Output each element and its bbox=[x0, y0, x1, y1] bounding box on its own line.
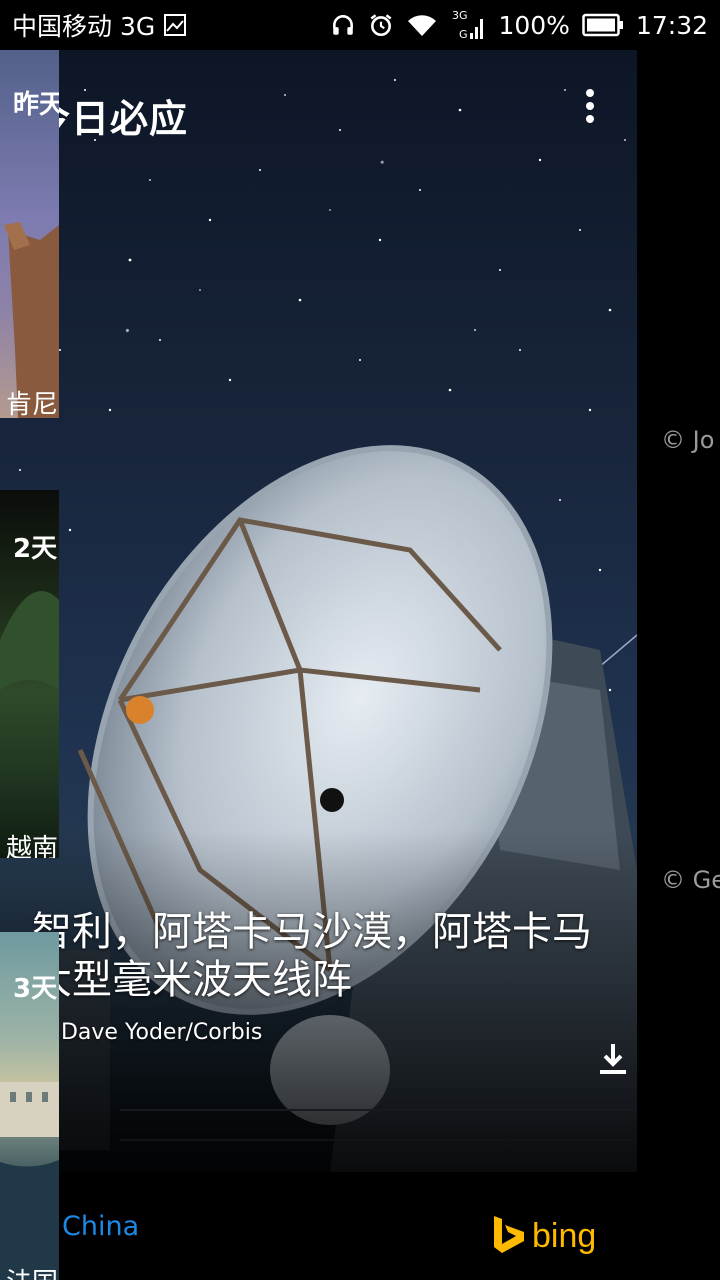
more-vert-icon[interactable] bbox=[575, 86, 605, 126]
headphones-icon bbox=[330, 12, 356, 38]
image-copyright: © Dave Yoder/Corbis bbox=[32, 1020, 263, 1045]
side-card-credit: © Jo bbox=[661, 426, 715, 454]
status-bar: 中国移动 3G 3G G 100% 17:32 bbox=[0, 0, 720, 50]
download-icon[interactable] bbox=[596, 1040, 630, 1076]
side-card-2-days[interactable]: 2天 越南 bbox=[0, 490, 59, 858]
battery-percent: 100% bbox=[498, 10, 570, 40]
region-label: China bbox=[62, 1211, 140, 1242]
bing-wordmark: bing bbox=[532, 1216, 597, 1255]
side-card-caption: 越南 bbox=[6, 834, 59, 858]
side-card-credit: © Ge bbox=[661, 866, 720, 894]
network-type-label: 3G bbox=[452, 9, 468, 22]
side-card-date-label: 昨天 bbox=[13, 90, 59, 120]
bing-logo: bing bbox=[492, 1214, 596, 1258]
image-caption: 智利，阿塔卡马沙漠，阿塔卡马大型毫米波天线阵 bbox=[32, 909, 592, 1003]
alarm-icon bbox=[368, 12, 394, 38]
side-card-yesterday[interactable]: 昨天 肯尼 bbox=[0, 50, 59, 418]
wifi-icon bbox=[406, 12, 438, 38]
bottom-bar: China bing bbox=[0, 1172, 660, 1280]
side-card-date-label: 3天 bbox=[13, 974, 58, 1004]
clock: 17:32 bbox=[635, 10, 708, 40]
hero-card[interactable]: 今日必应 智利，阿塔卡马沙漠，阿塔卡马大型毫米波天线阵 © Dave Yoder… bbox=[0, 50, 637, 1172]
image-icon bbox=[163, 13, 187, 37]
side-card-caption: 肯尼 bbox=[6, 390, 59, 418]
side-card-date-label: 2天 bbox=[13, 534, 58, 564]
side-card-caption: 法国 bbox=[6, 1262, 58, 1280]
signal-icon: 3G G bbox=[450, 7, 486, 43]
svg-text:G: G bbox=[459, 28, 468, 41]
battery-icon bbox=[582, 13, 624, 37]
bing-logo-icon bbox=[492, 1214, 526, 1258]
side-card-3-days[interactable]: 3天 法国 bbox=[0, 932, 59, 1280]
carrier-label: 中国移动 3G bbox=[12, 12, 156, 41]
